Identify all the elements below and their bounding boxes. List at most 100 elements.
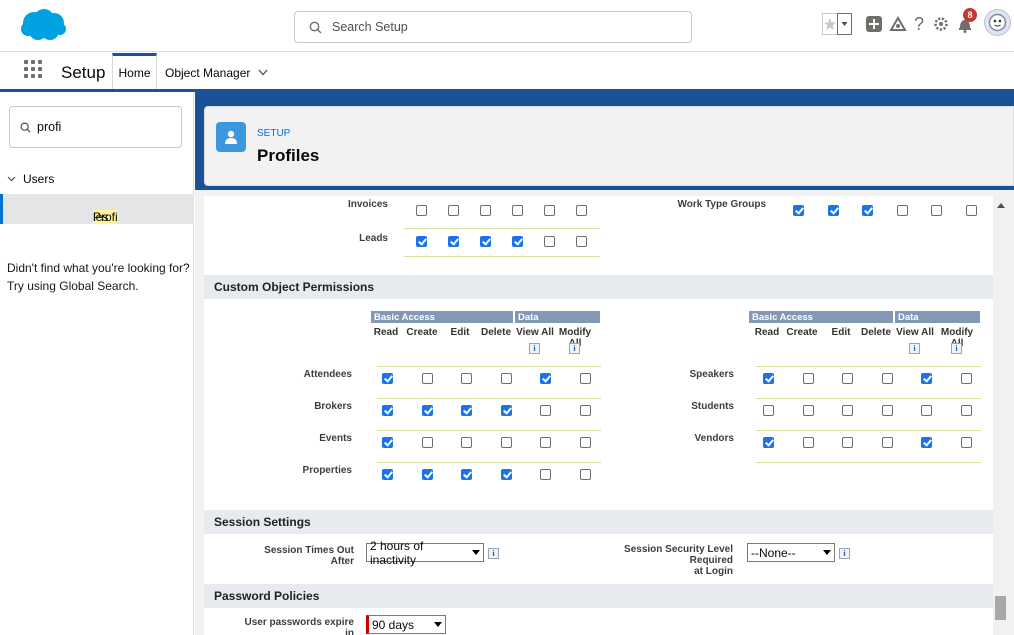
favorites-group[interactable]: [822, 12, 852, 36]
tab-object-manager[interactable]: Object Manager: [165, 56, 268, 89]
permission-checkbox[interactable]: [579, 469, 591, 480]
permission-checkbox[interactable]: [540, 469, 551, 480]
permission-checkbox[interactable]: [931, 205, 942, 216]
permission-checkbox[interactable]: [540, 437, 551, 448]
global-search-input[interactable]: [332, 20, 662, 34]
permission-checkbox[interactable]: [960, 373, 972, 384]
favorites-star-icon[interactable]: [822, 13, 852, 35]
scroll-up-arrow-icon[interactable]: [997, 203, 1005, 208]
permission-checkbox[interactable]: [382, 405, 393, 416]
info-icon[interactable]: i: [909, 343, 920, 354]
session-security-select[interactable]: --None--: [747, 543, 835, 562]
app-launcher-icon[interactable]: [24, 60, 42, 78]
permission-checkbox[interactable]: [763, 405, 774, 416]
permission-checkbox[interactable]: [421, 405, 433, 416]
permission-checkbox[interactable]: [827, 205, 839, 216]
column-header: View All: [516, 327, 554, 338]
tree-node-users[interactable]: Users: [7, 172, 54, 186]
permission-checkbox[interactable]: [579, 373, 591, 384]
permission-checkbox[interactable]: [500, 469, 512, 480]
permission-checkbox[interactable]: [862, 205, 873, 216]
global-search-box[interactable]: [294, 11, 692, 43]
permission-checkbox[interactable]: [382, 469, 393, 480]
permission-checkbox[interactable]: [881, 373, 893, 384]
permission-checkbox[interactable]: [965, 205, 977, 216]
object-row-label: Speakers: [689, 369, 734, 380]
group-header-data-administration: Data Administration: [515, 311, 600, 334]
permission-checkbox[interactable]: [480, 236, 491, 247]
permission-checkbox[interactable]: [416, 205, 427, 216]
scrollbar-track[interactable]: [993, 196, 1014, 635]
chevron-down-icon[interactable]: [7, 176, 16, 182]
session-security-label-line-2: at Login: [694, 566, 733, 577]
group-header-basic-access: Basic Access: [749, 311, 893, 323]
setup-gear-icon[interactable]: [932, 12, 950, 36]
permission-checkbox[interactable]: [842, 405, 853, 416]
dropdown-arrow-icon: [434, 622, 442, 627]
permission-checkbox[interactable]: [802, 405, 814, 416]
permission-checkbox[interactable]: [544, 236, 555, 247]
salesforce-logo-icon[interactable]: [20, 8, 66, 42]
scrollbar-thumb[interactable]: [995, 596, 1006, 620]
permission-checkbox[interactable]: [461, 469, 472, 480]
permission-checkbox[interactable]: [448, 205, 459, 216]
breadcrumb[interactable]: SETUP: [257, 128, 290, 139]
permission-checkbox[interactable]: [512, 236, 523, 247]
permission-checkbox[interactable]: [382, 373, 393, 384]
permission-checkbox[interactable]: [881, 405, 893, 416]
chevron-down-icon[interactable]: [258, 69, 268, 76]
permission-checkbox[interactable]: [544, 205, 555, 216]
permission-checkbox[interactable]: [500, 405, 512, 416]
quick-find-input[interactable]: profi: [37, 120, 61, 134]
permission-checkbox[interactable]: [540, 373, 551, 384]
permission-checkbox[interactable]: [461, 373, 472, 384]
permission-checkbox[interactable]: [421, 437, 433, 448]
permission-checkbox[interactable]: [921, 373, 932, 384]
permission-checkbox[interactable]: [579, 405, 591, 416]
permission-checkbox[interactable]: [921, 405, 932, 416]
info-icon[interactable]: i: [951, 343, 962, 354]
permission-checkbox[interactable]: [540, 405, 551, 416]
permission-checkbox[interactable]: [579, 437, 591, 448]
global-actions-icon[interactable]: [866, 12, 882, 36]
permission-checkbox[interactable]: [763, 437, 774, 448]
permission-checkbox[interactable]: [802, 373, 814, 384]
tree-node-profiles[interactable]: Profi les: [0, 194, 194, 224]
password-expire-select[interactable]: 90 days: [366, 615, 446, 634]
permission-checkbox[interactable]: [802, 437, 814, 448]
permission-checkbox[interactable]: [421, 373, 433, 384]
permission-checkbox[interactable]: [576, 205, 587, 216]
permission-checkbox[interactable]: [881, 437, 893, 448]
tab-home[interactable]: Home: [112, 53, 157, 89]
permission-checkbox[interactable]: [448, 236, 459, 247]
permission-checkbox[interactable]: [382, 437, 393, 448]
permission-checkbox[interactable]: [480, 205, 491, 216]
permission-checkbox[interactable]: [842, 373, 853, 384]
permission-checkbox[interactable]: [793, 205, 804, 216]
info-icon[interactable]: i: [569, 343, 580, 354]
permission-checkbox[interactable]: [960, 405, 972, 416]
permission-checkbox[interactable]: [500, 437, 512, 448]
info-icon[interactable]: i: [488, 548, 499, 559]
permission-checkbox[interactable]: [576, 236, 587, 247]
permission-checkbox[interactable]: [500, 373, 512, 384]
permission-checkbox[interactable]: [416, 236, 427, 247]
help-icon[interactable]: ?: [912, 12, 926, 36]
session-timeout-select[interactable]: 2 hours of inactivity: [366, 539, 484, 567]
permission-checkbox[interactable]: [896, 205, 908, 216]
permission-checkbox[interactable]: [461, 437, 472, 448]
quick-find-box[interactable]: profi: [9, 106, 182, 148]
user-avatar[interactable]: [984, 9, 1011, 36]
info-icon[interactable]: i: [839, 548, 850, 559]
permission-checkbox[interactable]: [921, 437, 932, 448]
permission-checkbox[interactable]: [763, 373, 774, 384]
permission-checkbox[interactable]: [461, 405, 472, 416]
permission-checkbox[interactable]: [421, 469, 433, 480]
tree-node-profiles-rest: les: [93, 210, 109, 224]
permission-checkbox[interactable]: [512, 205, 523, 216]
session-security-label: Session Security Level Required at Login: [600, 544, 733, 577]
permission-checkbox[interactable]: [960, 437, 972, 448]
info-icon[interactable]: i: [529, 343, 540, 354]
trailhead-guidance-icon[interactable]: [889, 12, 907, 36]
permission-checkbox[interactable]: [842, 437, 853, 448]
